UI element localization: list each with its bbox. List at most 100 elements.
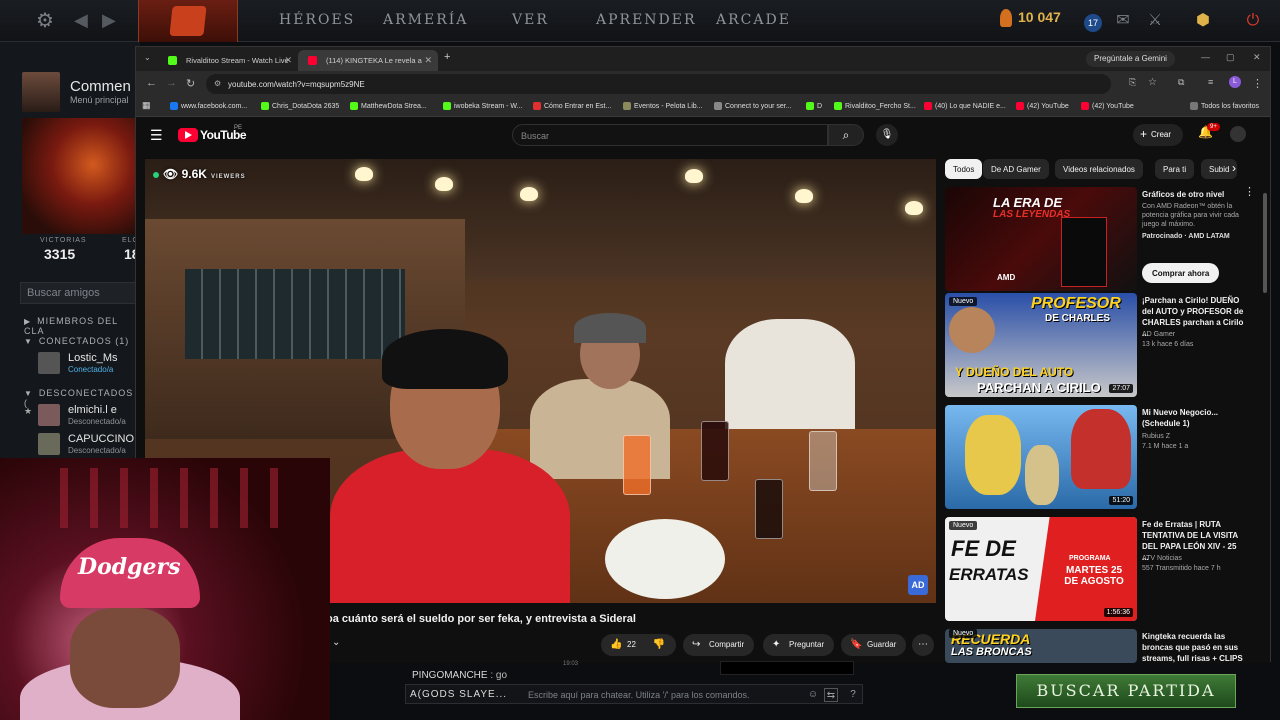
level-badge[interactable]: 17 (1084, 14, 1102, 32)
dislike-button[interactable]: 👎 (644, 634, 674, 656)
video-thumbnail[interactable]: FE DE ERRATAS PROGRAMA MARTES 25 DE AGOS… (945, 517, 1137, 621)
armory-icon[interactable]: ⚔ (1144, 10, 1166, 32)
recommended-video[interactable]: 51:20 Mi Nuevo Negocio... (Schedule 1) R… (945, 405, 1245, 509)
chevron-down-icon[interactable]: ⌄ (332, 637, 340, 648)
bookmark-item[interactable]: iwobeka Stream - W... (443, 102, 522, 110)
translate-icon[interactable]: ⇆ (824, 688, 838, 702)
dota-logo[interactable] (138, 0, 238, 42)
url-field[interactable]: ⚙ youtube.com/watch?v=mqsupm5z9NE (206, 74, 1111, 94)
settings-gear-icon[interactable]: ⚙ (36, 10, 58, 32)
rec-menu-icon[interactable]: ⋮ (1244, 185, 1255, 198)
bookmark-item[interactable]: MatthewDota Strea... (350, 102, 427, 110)
video-thumbnail[interactable]: RECUERDA LAS BRONCAS Nuevo (945, 629, 1137, 663)
friend-item[interactable]: elmichi.l e Desconectado/a (38, 404, 138, 428)
apps-grid-icon[interactable]: ▦ (142, 100, 151, 111)
friend-search-input[interactable]: Buscar amigos (20, 282, 140, 304)
plus-icon[interactable]: ⬢ (1192, 10, 1214, 32)
emoji-icon[interactable]: ☺ (806, 688, 820, 702)
rec-title[interactable]: Gráficos de otro nivel (1142, 189, 1244, 200)
power-icon[interactable]: ⏻ (1242, 10, 1264, 32)
search-input[interactable]: Buscar (512, 124, 828, 146)
tab-list-icon[interactable]: ⌄ (144, 53, 151, 62)
bookmark-item[interactable]: Cómo Entrar en Est... (533, 102, 611, 110)
share-button[interactable]: ↪ Compartir (683, 634, 755, 656)
recommended-video[interactable]: RECUERDA LAS BRONCAS Nuevo Kingteka recu… (945, 629, 1245, 663)
site-info-icon[interactable]: ⚙ (214, 79, 221, 88)
bookmark-item[interactable]: Eventos - Pelota Lib... (623, 102, 702, 110)
minimize-icon[interactable]: — (1201, 52, 1210, 62)
bookmark-item[interactable]: (40) Lo que NADIE e... (924, 102, 1006, 110)
gemini-button[interactable]: Pregúntale a Gemini (1086, 51, 1175, 67)
chat-input[interactable]: Escribe aquí para chatear. Utiliza '/' p… (528, 690, 750, 700)
nav-armory[interactable]: ARMERÍA (383, 12, 468, 28)
profile-icon[interactable]: L (1229, 76, 1241, 88)
video-thumbnail[interactable]: PROFESOR DE CHARLES Y DUEÑO DEL AUTO PAR… (945, 293, 1137, 397)
reload-icon[interactable]: ↻ (186, 77, 195, 90)
ask-button[interactable]: ✦ Preguntar (763, 634, 835, 656)
nav-arcade[interactable]: ARCADE (716, 12, 791, 28)
bookmark-item[interactable]: Rivalditoo_Fercho St... (834, 102, 916, 110)
browser-menu-icon[interactable]: ⋮ (1252, 77, 1263, 90)
close-tab-icon[interactable]: ✕ (284, 55, 292, 66)
clan-section[interactable]: ▶ MIEMBROS DEL CLA (24, 316, 140, 336)
mail-icon[interactable]: ✉ (1112, 10, 1134, 32)
bookmark-item[interactable]: Chris_DotaDota 2635 (261, 102, 339, 110)
extensions-icon[interactable]: ⧉ (1178, 77, 1184, 88)
nav-learn[interactable]: APRENDER (596, 12, 697, 28)
find-match-button[interactable]: BUSCAR PARTIDA (1016, 674, 1236, 708)
search-icon[interactable]: ⌕ (828, 124, 864, 146)
chip-for-you[interactable]: Para ti (1155, 159, 1195, 179)
ad-thumbnail[interactable]: LA ERA DE LAS LEYENDAS AMD (945, 187, 1137, 291)
bookmark-item[interactable]: www.facebook.com... (170, 102, 247, 110)
all-bookmarks[interactable]: Todos los favoritos (1190, 102, 1259, 110)
back-arrow-icon[interactable]: ◀ (74, 10, 88, 31)
rec-channel[interactable]: AD Gamer (1142, 331, 1175, 338)
chat-channel-name[interactable]: A(GODS SLAYE... (410, 689, 507, 700)
chip-all[interactable]: Todos (945, 159, 983, 179)
rec-channel[interactable]: Rubius Z (1142, 433, 1170, 440)
browser-tab[interactable]: Rivalditoo Stream - Watch Live ✕ (158, 50, 298, 71)
chip-related[interactable]: Videos relacionados (1055, 159, 1143, 179)
close-window-icon[interactable]: ✕ (1253, 52, 1261, 63)
account-avatar[interactable] (1230, 126, 1246, 142)
recommended-video[interactable]: PROFESOR DE CHARLES Y DUEÑO DEL AUTO PAR… (945, 293, 1245, 397)
bookmark-item[interactable]: D (806, 102, 822, 110)
browser-tab-active[interactable]: (114) KINGTEKA Le revela a ✕ (298, 50, 438, 71)
player-name[interactable]: Commen (70, 78, 131, 95)
video-thumbnail[interactable]: 51:20 (945, 405, 1137, 509)
channel-watermark[interactable]: AD (908, 575, 928, 595)
rec-title[interactable]: Kingteka recuerda las broncas que pasó e… (1142, 631, 1244, 663)
rec-channel[interactable]: ATV Noticias (1142, 555, 1182, 562)
bookmark-star-icon[interactable]: ☆ (1148, 77, 1157, 88)
nav-heroes[interactable]: HÉROES (279, 12, 355, 28)
youtube-logo-icon[interactable] (178, 128, 198, 142)
forward-icon[interactable]: → (166, 77, 177, 89)
scrollbar-thumb[interactable] (1263, 193, 1267, 293)
online-section[interactable]: ▼ CONECTADOS (1) (24, 336, 129, 346)
chip-channel[interactable]: De AD Gamer (983, 159, 1049, 179)
new-tab-icon[interactable]: + (444, 51, 450, 63)
save-button[interactable]: 🔖 Guardar (841, 634, 907, 656)
bookmark-item[interactable]: (42) YouTube (1081, 102, 1134, 110)
maximize-icon[interactable]: ▢ (1226, 52, 1235, 63)
friend-item[interactable]: CAPUCCINO Desconectado/a (38, 433, 138, 457)
bookmark-item[interactable]: Connect to your ser... (714, 102, 792, 110)
recommended-ad[interactable]: LA ERA DE LAS LEYENDAS AMD Gráficos de o… (945, 187, 1245, 291)
chat-input-box[interactable]: A(GODS SLAYE... Escribe aquí para chatea… (405, 684, 863, 704)
nav-watch[interactable]: VER (512, 12, 549, 28)
rec-title[interactable]: Mi Nuevo Negocio... (Schedule 1) (1142, 407, 1244, 429)
create-button[interactable]: Crear (1133, 124, 1183, 146)
install-icon[interactable]: ⎘ (1129, 77, 1136, 88)
microphone-icon[interactable]: 🎙 (876, 124, 898, 146)
forward-arrow-icon[interactable]: ▶ (102, 10, 116, 31)
player-avatar[interactable] (22, 72, 60, 112)
close-tab-icon[interactable]: ✕ (424, 55, 432, 66)
back-icon[interactable]: ← (146, 77, 157, 89)
more-actions-icon[interactable]: ⋯ (912, 634, 934, 656)
recommended-video[interactable]: FE DE ERRATAS PROGRAMA MARTES 25 DE AGOS… (945, 517, 1245, 621)
hamburger-menu-icon[interactable]: ☰ (150, 127, 163, 144)
chevron-right-icon[interactable]: › (1232, 161, 1236, 175)
media-icon[interactable]: ≡ (1208, 77, 1213, 87)
help-icon[interactable]: ? (846, 688, 860, 702)
buy-now-button[interactable]: Comprar ahora (1142, 263, 1220, 283)
